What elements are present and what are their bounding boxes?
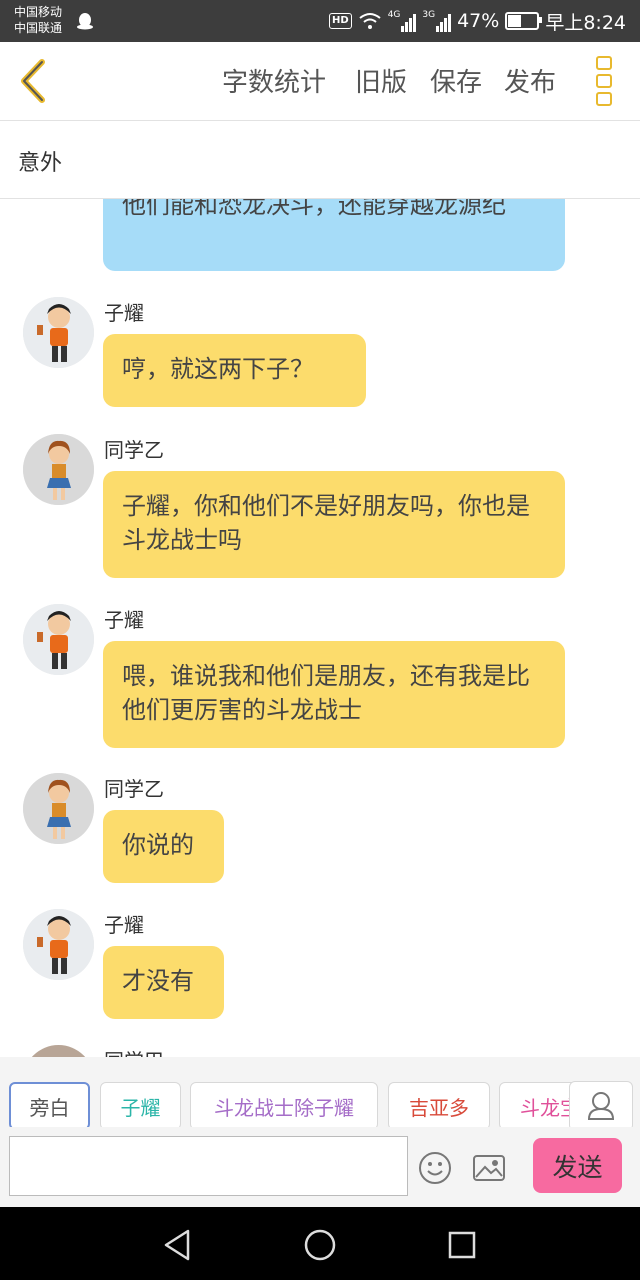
girl-avatar-icon — [23, 434, 94, 505]
emoji-icon[interactable] — [418, 1151, 452, 1185]
message-bubble[interactable]: 子耀，你和他们不是好朋友吗，你也是斗龙战士吗 — [103, 471, 565, 578]
carrier-2: 中国联通 — [14, 21, 63, 35]
system-nav-bar — [0, 1207, 640, 1280]
boy-avatar-icon — [23, 604, 94, 675]
send-button[interactable]: 发送 — [533, 1138, 622, 1193]
top-toolbar: 字数统计 旧版 保存 发布 — [0, 42, 640, 121]
speaker-name: 子耀 — [104, 913, 144, 937]
network-type-2: 3G — [422, 10, 436, 20]
carrier-info: 中国移动 中国联通 — [14, 4, 62, 36]
signal-4g-icon: 4G — [388, 10, 417, 32]
person-icon — [587, 1092, 615, 1120]
role-chip-jiyaduo[interactable]: 吉亚多 — [388, 1082, 490, 1127]
battery-icon — [505, 12, 543, 30]
boy-avatar-icon — [23, 909, 94, 980]
status-bar: 中国移动 中国联通 HD 4G 3G 47% 早上8:24 — [0, 0, 640, 42]
speaker-name: 子耀 — [104, 301, 144, 325]
avatar-ziyao[interactable] — [23, 604, 94, 675]
speaker-name: 同学甲 — [104, 1045, 164, 1057]
old-version-button[interactable]: 旧版 — [355, 62, 407, 99]
boy-avatar-icon — [23, 297, 94, 368]
girl-avatar-icon — [23, 773, 94, 844]
hd-icon: HD — [329, 13, 352, 29]
avatar-classmate-a[interactable] — [23, 1045, 94, 1057]
qq-icon — [77, 13, 93, 30]
input-panel: 旁白 子耀 斗龙战士除子耀 吉亚多 斗龙宝 发送 — [0, 1057, 640, 1207]
nav-home-icon[interactable] — [300, 1225, 340, 1265]
message-bubble[interactable]: 他们能和恐龙决斗，还能穿越龙源纪 — [103, 199, 565, 271]
nav-recents-icon[interactable] — [442, 1225, 482, 1265]
message-input[interactable] — [9, 1136, 408, 1196]
role-chip-narrator[interactable]: 旁白 — [9, 1082, 90, 1127]
speaker-name: 同学乙 — [104, 777, 164, 801]
speaker-name: 同学乙 — [104, 438, 164, 462]
avatar-ziyao[interactable] — [23, 909, 94, 980]
back-arrow-icon[interactable] — [14, 56, 54, 106]
save-button[interactable]: 保存 — [430, 62, 482, 99]
nav-back-icon[interactable] — [158, 1225, 198, 1265]
chapter-title-bar[interactable]: 意外 — [0, 121, 640, 199]
carrier-1: 中国移动 — [14, 5, 63, 19]
battery-percent: 47% — [457, 10, 500, 32]
message-bubble[interactable]: 喂，谁说我和他们是朋友，还有我是比他们更厉害的斗龙战士 — [103, 641, 565, 748]
more-options-icon[interactable] — [594, 56, 614, 108]
message-bubble[interactable]: 才没有 — [103, 946, 224, 1019]
chat-list[interactable]: 他们能和恐龙决斗，还能穿越龙源纪 子耀 哼，就这两下子？ 同学乙 子耀，你和他们… — [0, 199, 640, 1057]
avatar-classmate-b[interactable] — [23, 773, 94, 844]
role-selector[interactable]: 旁白 子耀 斗龙战士除子耀 吉亚多 斗龙宝 — [0, 1057, 640, 1127]
speaker-name: 子耀 — [104, 608, 144, 632]
battery-fill — [508, 15, 521, 27]
add-role-button[interactable] — [569, 1081, 633, 1127]
status-icons: HD 4G 3G 47% 早上8:24 — [329, 8, 626, 34]
chapter-title: 意外 — [18, 151, 63, 176]
network-type-1: 4G — [387, 10, 401, 20]
signal-3g-icon: 3G — [422, 10, 452, 32]
message-bubble[interactable]: 你说的 — [103, 810, 224, 883]
avatar-classmate-b[interactable] — [23, 434, 94, 505]
role-chip-warriors[interactable]: 斗龙战士除子耀 — [190, 1082, 378, 1127]
message-bubble[interactable]: 哼，就这两下子？ — [103, 334, 366, 407]
wifi-icon — [359, 13, 381, 29]
avatar-ziyao[interactable] — [23, 297, 94, 368]
role-chip-ziyao[interactable]: 子耀 — [100, 1082, 181, 1127]
clock: 早上8:24 — [545, 11, 626, 34]
publish-button[interactable]: 发布 — [504, 62, 556, 99]
word-count-button[interactable]: 字数统计 — [222, 62, 326, 99]
image-icon[interactable] — [472, 1153, 506, 1183]
